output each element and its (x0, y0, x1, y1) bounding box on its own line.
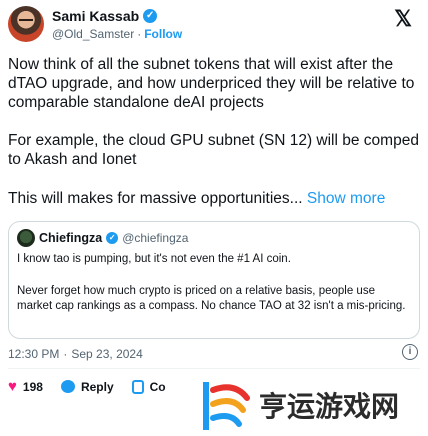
author-name[interactable]: Sami Kassab (52, 8, 139, 24)
tweet-timestamp[interactable]: 12:30 PM · Sep 23, 2024 (8, 347, 143, 361)
like-count: 198 (22, 379, 43, 394)
author-avatar[interactable] (8, 6, 44, 42)
tweet-time: 12:30 PM (8, 347, 60, 361)
reply-icon (60, 380, 75, 393)
like-button[interactable]: ♥ 198 (8, 378, 43, 395)
author-name-row: Sami Kassab ✓ (52, 8, 158, 24)
divider (8, 368, 420, 369)
quote-avatar (17, 229, 35, 247)
watermark-text: 亨运游戏网 (259, 390, 399, 423)
quote-author-name: Chiefingza (39, 231, 103, 245)
tweet-paragraph-3: This will makes for massive opportunitie… (8, 189, 424, 208)
tweet-paragraph-1: Now think of all the subnet tokens that … (8, 56, 415, 111)
author-handle[interactable]: @Old_Samster (52, 27, 134, 41)
reply-label: Reply (80, 379, 114, 394)
tweet-card: Sami Kassab ✓ @Old_Samster · Follow 𝕏 No… (0, 0, 428, 436)
copy-icon (131, 379, 144, 394)
tweet-paragraph-2: For example, the cloud GPU subnet (SN 12… (8, 132, 419, 168)
quote-header: Chiefingza ✓ @chiefingza (17, 229, 188, 247)
quote-line-1: I know tao is pumping, but it's not even… (17, 253, 291, 265)
action-bar: ♥ 198 Reply Co (8, 378, 166, 395)
tweet-paragraph-3-text: This will makes for massive opportunitie… (8, 190, 303, 207)
timestamp-separator: · (63, 347, 68, 361)
heart-icon: ♥ (8, 378, 17, 395)
copy-label: Co (149, 379, 166, 394)
quoted-tweet[interactable]: Chiefingza ✓ @chiefingza I know tao is p… (8, 221, 420, 339)
quote-line-2: Never forget how much crypto is priced o… (17, 285, 406, 312)
x-logo-icon[interactable]: 𝕏 (394, 6, 412, 32)
handle-separator: · (137, 27, 142, 41)
verified-badge-icon: ✓ (143, 9, 158, 23)
watermark-logo: 亨运游戏网 (195, 376, 425, 434)
tweet-date: Sep 23, 2024 (71, 347, 143, 361)
reply-button[interactable]: Reply (60, 379, 114, 394)
author-handle-row: @Old_Samster · Follow (52, 27, 182, 41)
follow-button[interactable]: Follow (144, 27, 182, 41)
info-icon[interactable]: i (402, 344, 418, 360)
show-more-link[interactable]: Show more (307, 190, 385, 207)
copy-link-button[interactable]: Co (131, 379, 166, 394)
quote-author-handle: @chiefingza (122, 231, 189, 245)
quote-verified-badge-icon: ✓ (106, 232, 119, 244)
